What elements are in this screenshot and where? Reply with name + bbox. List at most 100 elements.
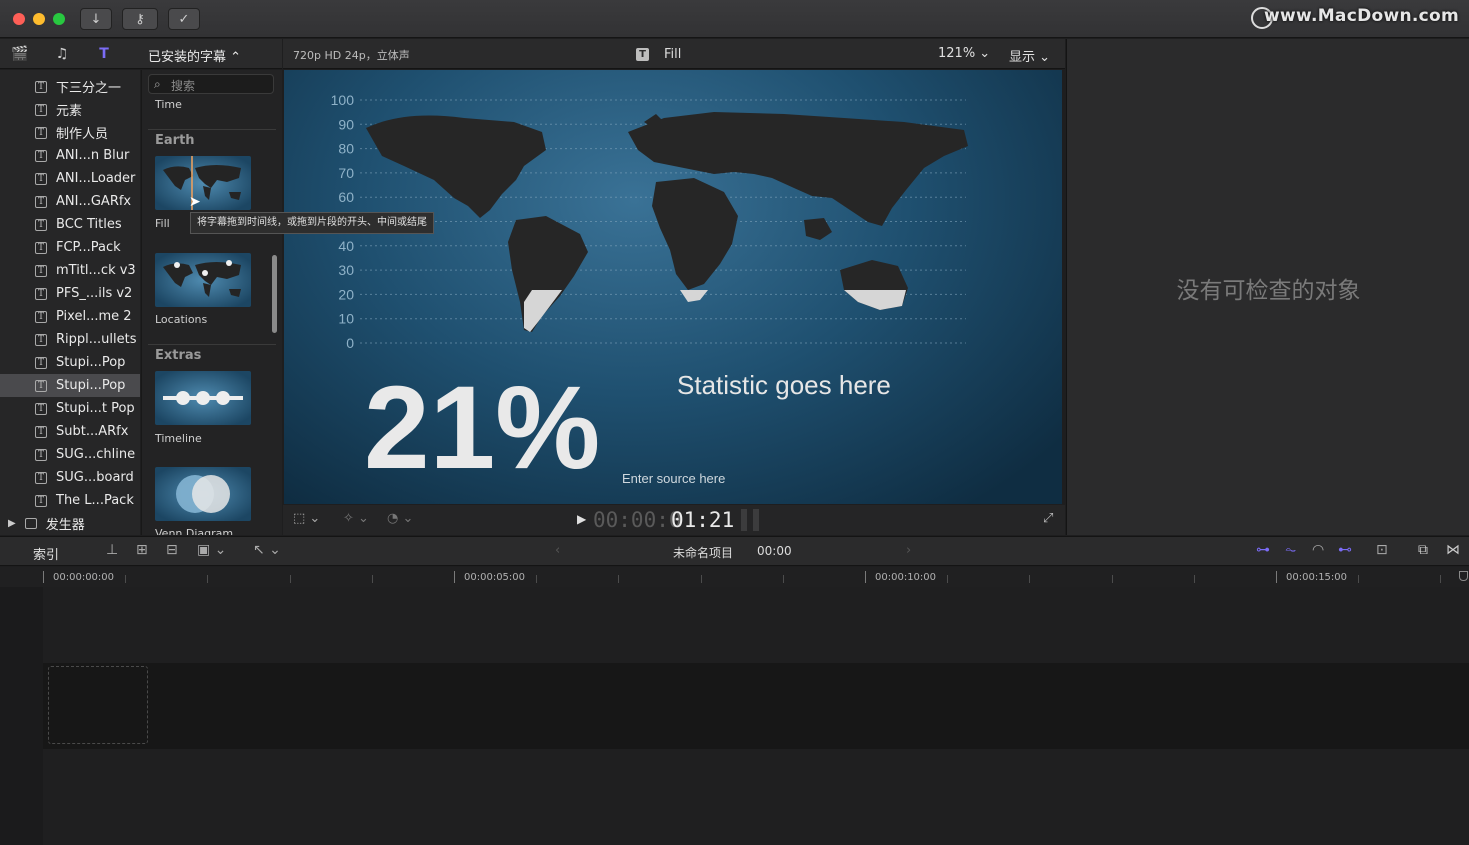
project-name: 未命名项目	[673, 546, 734, 560]
sidebar-item[interactable]: T BCC Titles	[0, 213, 140, 236]
background-tasks-button[interactable]: ✓	[168, 8, 200, 30]
section-divider	[148, 344, 276, 345]
source-text: Enter source here	[622, 471, 725, 486]
disclosure-triangle-icon[interactable]: ▶	[8, 518, 16, 529]
ruler-major-tick	[454, 571, 455, 583]
playhead-marker-icon[interactable]	[1459, 571, 1468, 581]
sidebar-item[interactable]: T Stupi...t Pop	[0, 397, 140, 420]
ruler-major-tick	[865, 571, 866, 583]
sidebar-item[interactable]: TmTitl...ck v3	[0, 259, 140, 282]
sidebar-item[interactable]: T 元素	[0, 98, 140, 121]
transitions-browser-icon[interactable]: ⋈	[1446, 542, 1460, 558]
connect-clip-icon[interactable]: ⊥	[106, 542, 118, 558]
title-folder-icon: T	[35, 425, 47, 438]
forward-arrow-icon[interactable]: ›	[906, 543, 911, 558]
venn-diagram-thumbnail[interactable]	[155, 467, 251, 521]
sidebar-item[interactable]: T FCP...Pack	[0, 236, 140, 259]
sidebar-item-label: ANI...GARfx	[56, 194, 132, 209]
skimming-icon[interactable]: ⊶	[1256, 542, 1270, 558]
zoom-dropdown[interactable]: 121% ⌄	[938, 46, 990, 61]
map-fill-level	[524, 290, 906, 332]
sidebar-item-label: The L...Pack	[56, 493, 134, 508]
sidebar-item[interactable]: T ANI...n Blur	[0, 144, 140, 167]
section-divider	[148, 129, 276, 130]
ruler-minor-tick	[207, 575, 208, 583]
timeline-title-thumbnail[interactable]	[155, 371, 251, 425]
title-folder-icon: T	[35, 80, 47, 93]
installed-titles-dropdown[interactable]: 已安装的字幕 ⌃	[148, 46, 241, 65]
primary-storyline[interactable]	[43, 663, 1469, 749]
transform-menu-icon[interactable]: ⬚ ⌄	[293, 511, 320, 526]
sidebar-item-label: ANI...n Blur	[56, 148, 130, 163]
close-window-button[interactable]	[13, 13, 25, 25]
minimize-window-button[interactable]	[33, 13, 45, 25]
drag-hint-tooltip: 将字幕拖到时间线，或拖到片段的开头、中间或结尾	[190, 212, 434, 234]
back-arrow-icon[interactable]: ‹	[555, 543, 560, 558]
fill-title-thumbnail[interactable]	[155, 156, 251, 210]
ruler-major-tick	[1276, 571, 1277, 583]
import-button[interactable]: ↓	[80, 8, 112, 30]
sidebar-item-label: Stupi...Pop	[56, 355, 126, 370]
title-folder-icon: T	[35, 126, 47, 139]
ruler-timecode-label: 00:00:10:00	[875, 572, 937, 583]
sidebar-item[interactable]: T Rippl...ullets	[0, 328, 140, 351]
sidebar-item[interactable]: T 制作人员	[0, 121, 140, 144]
sidebar-item[interactable]: T ANI...GARfx	[0, 190, 140, 213]
sidebar-item[interactable]: T SUG...chline	[0, 443, 140, 466]
sidebar-item[interactable]: T 下三分之一	[0, 75, 140, 98]
mouse-pointer-icon: ➤	[189, 194, 201, 210]
speed-gauge-icon[interactable]: ◔ ⌄	[387, 511, 413, 526]
enhance-wand-icon[interactable]: ✧ ⌄	[343, 511, 369, 526]
titles-generators-icon[interactable]: T	[94, 45, 114, 63]
venn-diagram-label: Venn Diagram	[155, 527, 234, 535]
ruler-major-tick	[43, 571, 44, 583]
overwrite-clip-icon[interactable]: ▣ ⌄	[197, 542, 226, 558]
axis-tick-label: 30	[338, 262, 354, 278]
search-field[interactable]: ⌕ 搜索	[148, 74, 274, 94]
locations-title-thumbnail[interactable]	[155, 253, 251, 307]
title-folder-icon: T	[35, 287, 47, 300]
ruler-minor-tick	[536, 575, 537, 583]
play-icon[interactable]: ▶	[577, 512, 586, 526]
sidebar-item[interactable]: T PFS_...ils v2	[0, 282, 140, 305]
empty-clip-placeholder[interactable]	[48, 666, 148, 744]
sidebar-item[interactable]: T Stupi...Pop	[0, 351, 140, 374]
headphones-icon[interactable]: ◠	[1312, 542, 1324, 558]
sidebar-item[interactable]: T Pixel...me 2	[0, 305, 140, 328]
zoom-window-button[interactable]	[53, 13, 65, 25]
fullscreen-icon[interactable]: ⤢	[1043, 511, 1053, 526]
title-folder-icon: T	[35, 310, 47, 323]
axis-tick-label: 40	[338, 238, 354, 254]
clip-name: Fill	[664, 47, 682, 62]
sidebar-item[interactable]: T SUG...board	[0, 466, 140, 489]
sidebar-item-generators[interactable]: ▶ 发生器	[0, 512, 140, 535]
ruler-minor-tick	[701, 575, 702, 583]
sidebar-item[interactable]: T Stupi...Pop	[0, 374, 140, 397]
grid-scrollbar[interactable]	[272, 255, 277, 333]
sidebar-item[interactable]: T ANI...Loader	[0, 167, 140, 190]
time-title-label: Time	[155, 98, 182, 111]
title-folder-icon: T	[35, 494, 47, 507]
select-tool-icon[interactable]: ↖ ⌄	[253, 542, 281, 558]
sidebar-item[interactable]: T Subt...ARfx	[0, 420, 140, 443]
download-arrow-icon: ↓	[90, 11, 102, 27]
display-dropdown[interactable]: 显示 ⌄	[1009, 46, 1050, 65]
index-button[interactable]: 索引	[33, 544, 59, 563]
title-folder-icon: T	[35, 172, 47, 185]
fill-title-label: Fill	[155, 217, 170, 230]
timeline-ruler[interactable]	[0, 567, 1469, 587]
keywords-button[interactable]: ⚷	[122, 8, 158, 30]
title-folder-icon: T	[35, 264, 47, 277]
title-folder-icon: T	[35, 471, 47, 484]
title-folder-icon: T	[35, 333, 47, 346]
sidebar-item[interactable]: T The L...Pack	[0, 489, 140, 512]
append-clip-icon[interactable]: ⊟	[166, 542, 178, 558]
clip-appearance-icon[interactable]: ⊡	[1376, 542, 1388, 558]
photos-audio-icon[interactable]: ♫	[52, 45, 72, 63]
snapping-icon[interactable]: ⊷	[1338, 542, 1352, 558]
libraries-clapper-icon[interactable]: 🎬	[10, 45, 30, 63]
effects-browser-icon[interactable]: ⧉	[1418, 542, 1428, 558]
audio-skimming-icon[interactable]: ⏦	[1285, 542, 1296, 558]
video-viewer[interactable]: 1009080706050403020100 21% Statistic goe…	[284, 70, 1062, 504]
insert-clip-icon[interactable]: ⊞	[136, 542, 148, 558]
